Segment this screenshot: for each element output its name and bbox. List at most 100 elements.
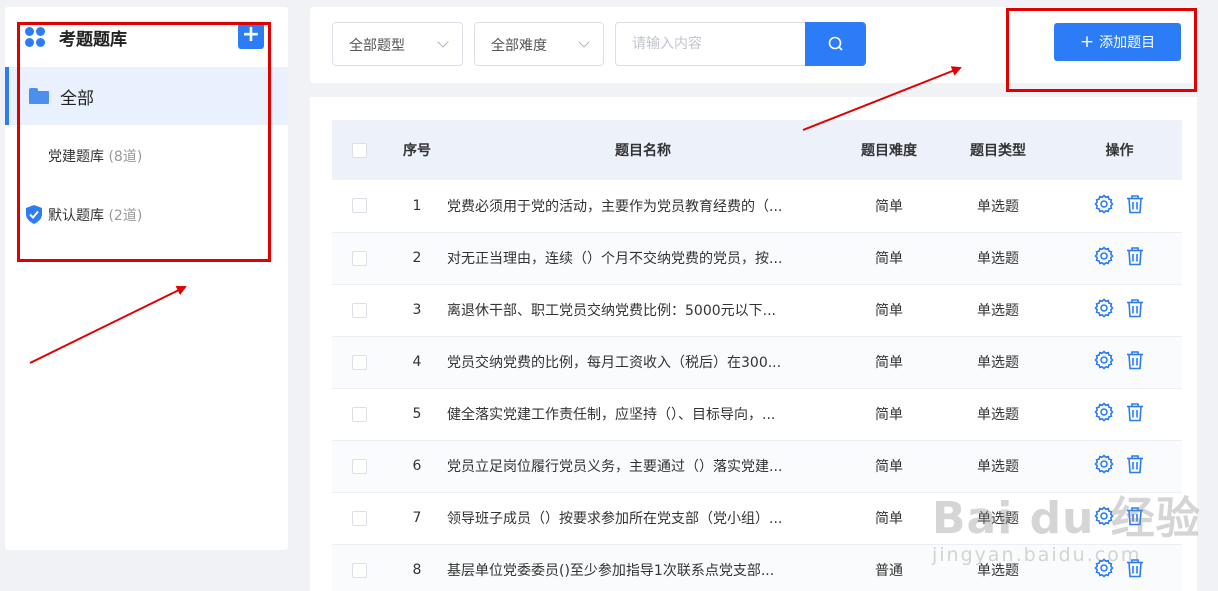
table-row[interactable]: 8 基层单位党委委员()至少参加指导1次联系点党支部... 普通 单选题 xyxy=(332,544,1182,591)
row-select-cell xyxy=(332,492,387,545)
add-question-button[interactable]: + 添加题目 xyxy=(1054,23,1181,61)
row-ops xyxy=(1057,180,1182,233)
sidebar-item-party-bank[interactable]: 党建题库 (8道) xyxy=(5,135,288,175)
row-checkbox[interactable] xyxy=(352,406,367,422)
row-checkbox[interactable] xyxy=(352,302,367,318)
settings-gear-icon[interactable] xyxy=(1094,194,1114,214)
row-question-name: 领导班子成员（）按要求参加所在党支部（党小组）... xyxy=(447,492,839,545)
row-type: 单选题 xyxy=(939,180,1057,233)
app-grid-icon xyxy=(25,27,45,47)
delete-trash-icon[interactable] xyxy=(1125,558,1145,578)
delete-trash-icon[interactable] xyxy=(1125,402,1145,422)
row-checkbox[interactable] xyxy=(352,562,367,578)
row-difficulty: 普通 xyxy=(839,544,939,591)
table-row[interactable]: 6 党员立足岗位履行党员义务，主要通过（）落实党建... 简单 单选题 xyxy=(332,440,1182,493)
table-header-row: 序号 题目名称 题目难度 题目类型 操作 xyxy=(332,120,1182,180)
bank-name: 默认题库 xyxy=(48,208,104,224)
sidebar-item-all[interactable]: 全部 xyxy=(5,67,288,125)
row-ops xyxy=(1057,336,1182,389)
row-question-name: 党员立足岗位履行党员义务，主要通过（）落实党建... xyxy=(447,440,839,493)
bank-count: (8道) xyxy=(108,149,143,165)
shield-check-icon xyxy=(26,205,42,224)
header-type: 题目类型 xyxy=(939,120,1057,180)
table-row[interactable]: 3 离退休干部、职工党员交纳党费比例：5000元以下... 简单 单选题 xyxy=(332,284,1182,337)
settings-gear-icon[interactable] xyxy=(1094,246,1114,266)
delete-trash-icon[interactable] xyxy=(1125,298,1145,318)
delete-trash-icon[interactable] xyxy=(1125,506,1145,526)
table-row[interactable]: 2 对无正当理由，连续（）个月不交纳党费的党员，按... 简单 单选题 xyxy=(332,232,1182,285)
row-index: 7 xyxy=(387,492,447,545)
chevron-down-icon xyxy=(437,36,449,48)
row-select-cell xyxy=(332,180,387,233)
add-bank-button[interactable]: + xyxy=(238,23,264,49)
row-question-name: 对无正当理由，连续（）个月不交纳党费的党员，按... xyxy=(447,232,839,285)
select-value: 全部难度 xyxy=(491,38,547,54)
settings-gear-icon[interactable] xyxy=(1094,506,1114,526)
folder-icon xyxy=(29,88,49,104)
filter-bar: 全部题型 全部难度 +添加题目 xyxy=(310,7,1197,83)
search-button[interactable] xyxy=(805,22,866,66)
search-input[interactable] xyxy=(615,22,806,66)
table-row[interactable]: 1 党费必须用于党的活动，主要作为党员教育经费的（... 简单 单选题 xyxy=(332,180,1182,233)
row-question-name: 健全落实党建工作责任制，应坚持（）、目标导向，... xyxy=(447,388,839,441)
row-ops xyxy=(1057,232,1182,285)
row-ops xyxy=(1057,440,1182,493)
question-table: 序号 题目名称 题目难度 题目类型 操作 1 党费必须用于党的活动，主要作为党员教… xyxy=(332,120,1182,591)
select-value: 全部题型 xyxy=(349,38,405,54)
select-all-cell xyxy=(332,120,387,180)
table-row[interactable]: 5 健全落实党建工作责任制，应坚持（）、目标导向，... 简单 单选题 xyxy=(332,388,1182,441)
settings-gear-icon[interactable] xyxy=(1094,350,1114,370)
row-select-cell xyxy=(332,336,387,389)
settings-gear-icon[interactable] xyxy=(1094,558,1114,578)
row-type: 单选题 xyxy=(939,336,1057,389)
table-row[interactable]: 4 党员交纳党费的比例，每月工资收入（税后）在300... 简单 单选题 xyxy=(332,336,1182,389)
row-type: 单选题 xyxy=(939,544,1057,591)
difficulty-select[interactable]: 全部难度 xyxy=(474,22,604,66)
row-type: 单选题 xyxy=(939,284,1057,337)
header-name: 题目名称 xyxy=(447,120,839,180)
delete-trash-icon[interactable] xyxy=(1125,194,1145,214)
row-index: 2 xyxy=(387,232,447,285)
sidebar-title: 考题题库 xyxy=(59,30,127,50)
delete-trash-icon[interactable] xyxy=(1125,350,1145,370)
plus-icon: + xyxy=(1079,32,1095,52)
row-index: 5 xyxy=(387,388,447,441)
row-index: 4 xyxy=(387,336,447,389)
row-checkbox[interactable] xyxy=(352,510,367,526)
settings-gear-icon[interactable] xyxy=(1094,298,1114,318)
row-type: 单选题 xyxy=(939,440,1057,493)
bank-count: (2道) xyxy=(108,208,143,224)
row-difficulty: 简单 xyxy=(839,284,939,337)
row-index: 6 xyxy=(387,440,447,493)
settings-gear-icon[interactable] xyxy=(1094,402,1114,422)
row-index: 1 xyxy=(387,180,447,233)
question-type-select[interactable]: 全部题型 xyxy=(332,22,463,66)
row-type: 单选题 xyxy=(939,492,1057,545)
select-all-checkbox[interactable] xyxy=(352,142,367,158)
delete-trash-icon[interactable] xyxy=(1125,246,1145,266)
row-difficulty: 简单 xyxy=(839,336,939,389)
header-index: 序号 xyxy=(387,120,447,180)
row-type: 单选题 xyxy=(939,388,1057,441)
sidebar-item-label: 全部 xyxy=(60,89,94,109)
row-ops xyxy=(1057,388,1182,441)
delete-trash-icon[interactable] xyxy=(1125,454,1145,474)
settings-gear-icon[interactable] xyxy=(1094,454,1114,474)
row-difficulty: 简单 xyxy=(839,440,939,493)
sidebar-item-default-bank[interactable]: 默认题库 (2道) xyxy=(5,194,288,234)
add-question-label: 添加题目 xyxy=(1099,35,1156,51)
question-bank-sidebar: 考题题库 + 全部 党建题库 (8道) 默认题库 (2道) xyxy=(5,7,288,550)
row-checkbox[interactable] xyxy=(352,458,367,474)
row-index: 3 xyxy=(387,284,447,337)
row-select-cell xyxy=(332,388,387,441)
header-ops: 操作 xyxy=(1057,120,1182,180)
table-row[interactable]: 7 领导班子成员（）按要求参加所在党支部（党小组）... 简单 单选题 xyxy=(332,492,1182,545)
sidebar-item-label: 党建题库 (8道) xyxy=(48,146,142,166)
row-select-cell xyxy=(332,232,387,285)
row-ops xyxy=(1057,544,1182,591)
row-select-cell xyxy=(332,284,387,337)
search-icon xyxy=(828,36,843,51)
row-checkbox[interactable] xyxy=(352,250,367,266)
row-checkbox[interactable] xyxy=(352,198,367,214)
row-checkbox[interactable] xyxy=(352,354,367,370)
